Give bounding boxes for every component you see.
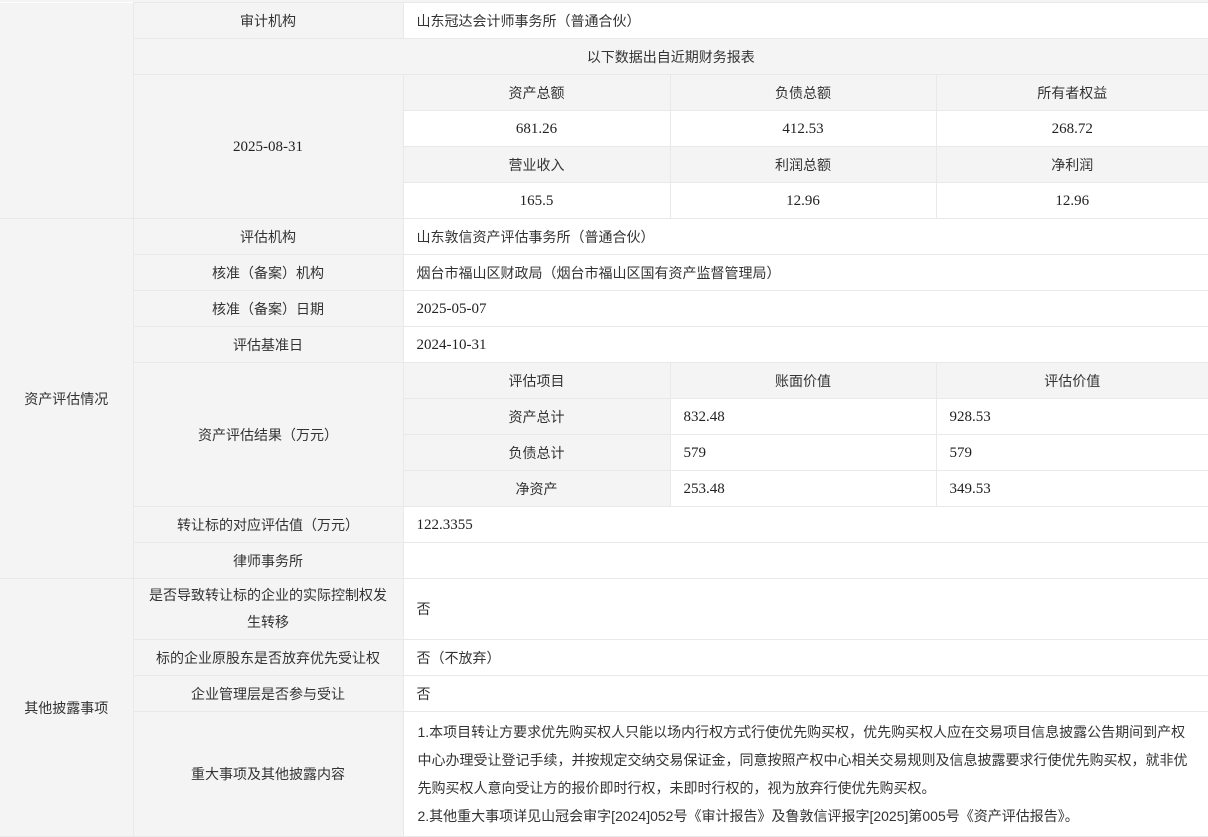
control-transfer-value: 否 <box>403 579 1208 640</box>
eval-agency-value: 山东敦信资产评估事务所（普通合伙） <box>403 219 1208 255</box>
audit-agency-value: 山东冠达会计师事务所（普通合伙） <box>403 3 1208 39</box>
eval-result-label: 资产评估结果（万元） <box>133 363 403 507</box>
eval-item-total-liabilities: 负债总计 <box>403 435 670 471</box>
transfer-eval-value: 122.3355 <box>403 507 1208 543</box>
group-cell-asset-evaluation: 资产评估情况 <box>0 219 133 579</box>
audit-agency-label: 审计机构 <box>133 3 403 39</box>
fin-header-net-profit: 净利润 <box>936 147 1208 183</box>
fin-value-owners-equity: 268.72 <box>936 111 1208 147</box>
fin-header-revenue: 营业收入 <box>403 147 670 183</box>
management-participation-label: 企业管理层是否参与受让 <box>133 676 403 712</box>
table-row: 重大事项及其他披露内容 1.本项目转让方要求优先购买权人只能以场内行权方式行使优… <box>0 712 1208 837</box>
table-row: 企业管理层是否参与受让 否 <box>0 676 1208 712</box>
table-row: 核准（备案）日期 2025-05-07 <box>0 291 1208 327</box>
law-firm-label: 律师事务所 <box>133 543 403 579</box>
table-row: 标的企业原股东是否放弃优先受让权 否（不放弃） <box>0 640 1208 676</box>
waive-preemptive-right-value: 否（不放弃） <box>403 640 1208 676</box>
table-row: 核准（备案）机构 烟台市福山区财政局（烟台市福山区国有资产监督管理局） <box>0 255 1208 291</box>
eval-header-item: 评估项目 <box>403 363 670 399</box>
eval-agency-label: 评估机构 <box>133 219 403 255</box>
fin-value-total-profit: 12.96 <box>670 183 936 219</box>
group-cell-empty <box>0 3 133 219</box>
eval-base-date-label: 评估基准日 <box>133 327 403 363</box>
fin-value-total-liabilities: 412.53 <box>670 111 936 147</box>
major-matters-paragraph-2: 2.其他重大事项详见山冠会审字[2024]052号《审计报告》及鲁敦信评报字[2… <box>418 802 1195 830</box>
waive-preemptive-right-label: 标的企业原股东是否放弃优先受让权 <box>133 640 403 676</box>
major-matters-content: 1.本项目转让方要求优先购买权人只能以场内行权方式行使优先购买权，优先购买权人应… <box>403 712 1208 837</box>
fin-header-total-assets: 资产总额 <box>403 75 670 111</box>
control-transfer-label: 是否导致转让标的企业的实际控制权发生转移 <box>133 579 403 640</box>
table-row: 以下数据出自近期财务报表 <box>0 39 1208 75</box>
eval-base-date-value: 2024-10-31 <box>403 327 1208 363</box>
eval-assessed-total-liabilities: 579 <box>936 435 1208 471</box>
fin-value-net-profit: 12.96 <box>936 183 1208 219</box>
report-date: 2025-08-31 <box>133 75 403 219</box>
approval-date-label: 核准（备案）日期 <box>133 291 403 327</box>
eval-book-total-assets: 832.48 <box>670 399 936 435</box>
major-matters-label: 重大事项及其他披露内容 <box>133 712 403 837</box>
table-row: 2025-08-31 资产总额 负债总额 所有者权益 <box>0 75 1208 111</box>
eval-assessed-total-assets: 928.53 <box>936 399 1208 435</box>
group-cell-other-disclosure: 其他披露事项 <box>0 579 133 837</box>
transfer-eval-label: 转让标的对应评估值（万元） <box>133 507 403 543</box>
eval-item-net-assets: 净资产 <box>403 471 670 507</box>
table-row: 律师事务所 <box>0 543 1208 579</box>
table-row: 资产评估情况 评估机构 山东敦信资产评估事务所（普通合伙） <box>0 219 1208 255</box>
approval-agency-label: 核准（备案）机构 <box>133 255 403 291</box>
eval-assessed-net-assets: 349.53 <box>936 471 1208 507</box>
financial-note: 以下数据出自近期财务报表 <box>133 39 1208 75</box>
fin-header-total-profit: 利润总额 <box>670 147 936 183</box>
major-matters-paragraph-1: 1.本项目转让方要求优先购买权人只能以场内行权方式行使优先购买权，优先购买权人应… <box>418 718 1195 802</box>
disclosure-table: 审计机构 山东冠达会计师事务所（普通合伙） 以下数据出自近期财务报表 2025-… <box>0 2 1208 837</box>
eval-header-assessed-value: 评估价值 <box>936 363 1208 399</box>
eval-book-total-liabilities: 579 <box>670 435 936 471</box>
law-firm-value <box>403 543 1208 579</box>
management-participation-value: 否 <box>403 676 1208 712</box>
approval-agency-value: 烟台市福山区财政局（烟台市福山区国有资产监督管理局） <box>403 255 1208 291</box>
table-row: 其他披露事项 是否导致转让标的企业的实际控制权发生转移 否 <box>0 579 1208 640</box>
eval-item-total-assets: 资产总计 <box>403 399 670 435</box>
table-row: 资产评估结果（万元） 评估项目 账面价值 评估价值 <box>0 363 1208 399</box>
fin-value-revenue: 165.5 <box>403 183 670 219</box>
eval-header-book-value: 账面价值 <box>670 363 936 399</box>
approval-date-value: 2025-05-07 <box>403 291 1208 327</box>
table-row: 转让标的对应评估值（万元） 122.3355 <box>0 507 1208 543</box>
fin-header-total-liabilities: 负债总额 <box>670 75 936 111</box>
eval-book-net-assets: 253.48 <box>670 471 936 507</box>
fin-value-total-assets: 681.26 <box>403 111 670 147</box>
table-row: 审计机构 山东冠达会计师事务所（普通合伙） <box>0 3 1208 39</box>
table-row: 评估基准日 2024-10-31 <box>0 327 1208 363</box>
fin-header-owners-equity: 所有者权益 <box>936 75 1208 111</box>
